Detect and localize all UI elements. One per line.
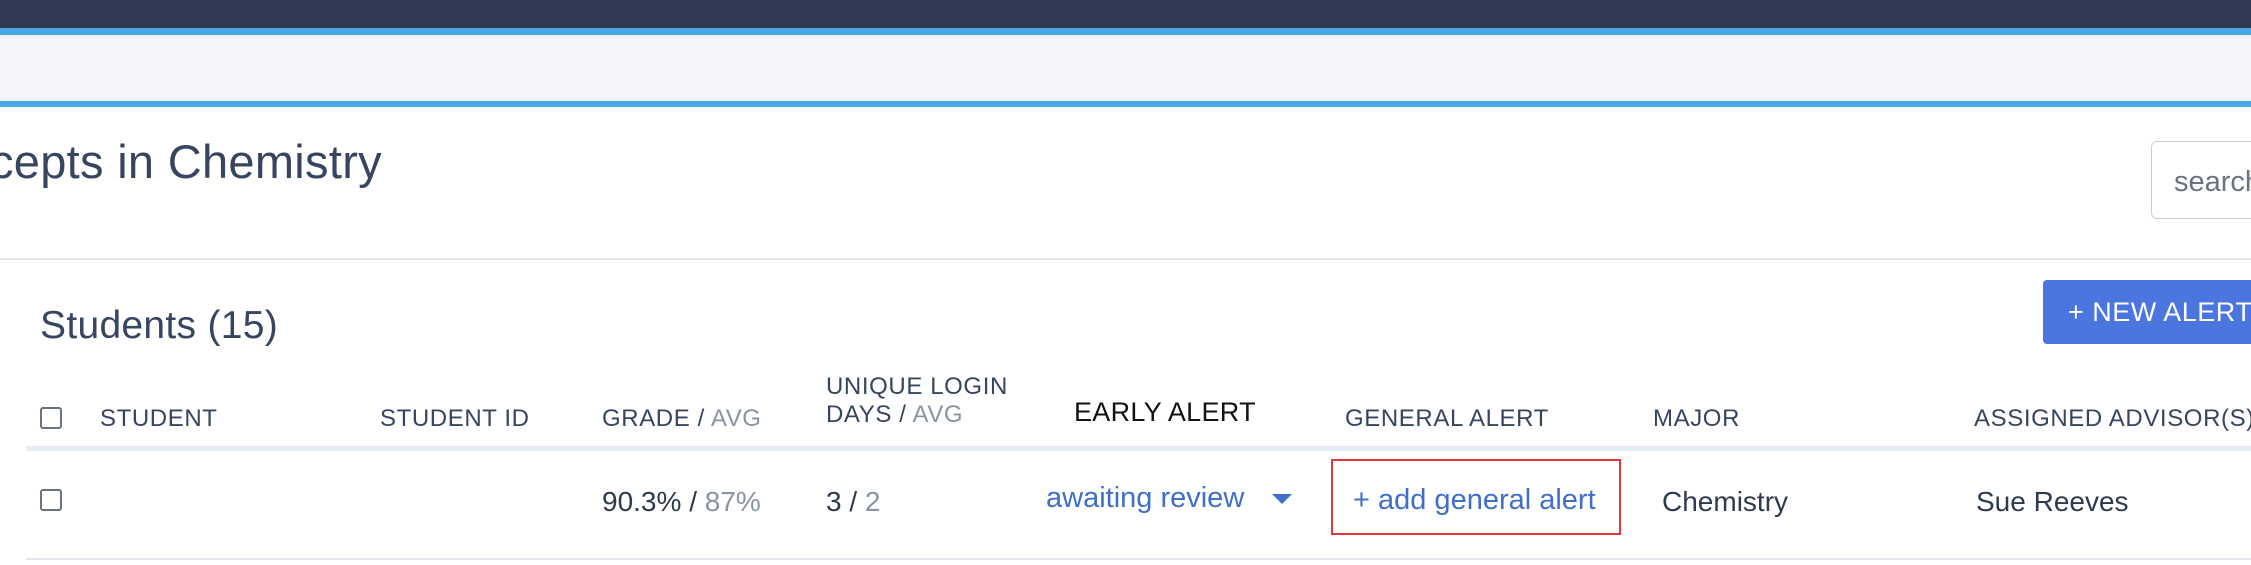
grade-cell: 90.3% / 87% (602, 486, 761, 518)
column-header-general-alert[interactable]: GENERAL ALERT (1345, 405, 1549, 433)
top-bar (0, 0, 2251, 28)
column-header-login-days[interactable]: DAYS / AVG (826, 401, 963, 429)
login-separator: / (899, 401, 907, 428)
row-select-checkbox[interactable] (40, 489, 62, 511)
column-header-student[interactable]: STUDENT (100, 405, 218, 433)
sub-navigation-bar (0, 35, 2251, 101)
row-divider (26, 558, 2251, 560)
advisor-cell: Sue Reeves (1976, 486, 2129, 517)
column-header-grade[interactable]: GRADE / AVG (602, 405, 762, 433)
search-box[interactable] (2151, 141, 2251, 219)
sub-navigation-accent (0, 101, 2251, 107)
login-avg-value: 2 (864, 486, 881, 517)
login-avg-label: AVG (912, 401, 964, 428)
column-header-early-alert[interactable]: EARLY ALERT (1074, 397, 1256, 428)
add-general-alert-link[interactable]: + add general alert (1331, 459, 1621, 535)
table-header-underline (26, 446, 2251, 451)
top-bar-accent (0, 28, 2251, 35)
grade-label: GRADE (602, 405, 691, 432)
page-title: cepts in Chemistry (0, 135, 382, 188)
column-header-student-id[interactable]: STUDENT ID (380, 405, 530, 433)
select-all-checkbox[interactable] (40, 407, 62, 429)
search-input[interactable] (2172, 162, 2251, 202)
column-header-assigned-advisors[interactable]: ASSIGNED ADVISOR(S) (1974, 405, 2251, 433)
column-header-unique-login[interactable]: UNIQUE LOGIN (826, 373, 1008, 401)
grade-separator: / (689, 486, 697, 517)
students-section-title: Students (15) (40, 304, 279, 347)
login-days-cell: 3 / 2 (826, 486, 881, 518)
header-divider (0, 258, 2251, 260)
grade-value: 90.3% (602, 486, 682, 517)
grade-separator: / (697, 405, 705, 432)
column-header-major[interactable]: MAJOR (1653, 405, 1740, 433)
new-alert-button[interactable]: + NEW ALERT (2043, 280, 2251, 344)
grade-avg-value: 87% (704, 486, 761, 517)
login-days-label: DAYS (826, 401, 892, 428)
login-separator: / (849, 486, 858, 517)
early-alert-status-dropdown[interactable]: awaiting review (1046, 482, 1244, 515)
login-days-value: 3 (826, 486, 842, 517)
chevron-down-icon[interactable] (1272, 494, 1292, 504)
grade-avg-label: AVG (710, 405, 762, 432)
add-general-alert-label[interactable]: + add general alert (1353, 484, 1596, 517)
major-cell: Chemistry (1662, 486, 1789, 517)
